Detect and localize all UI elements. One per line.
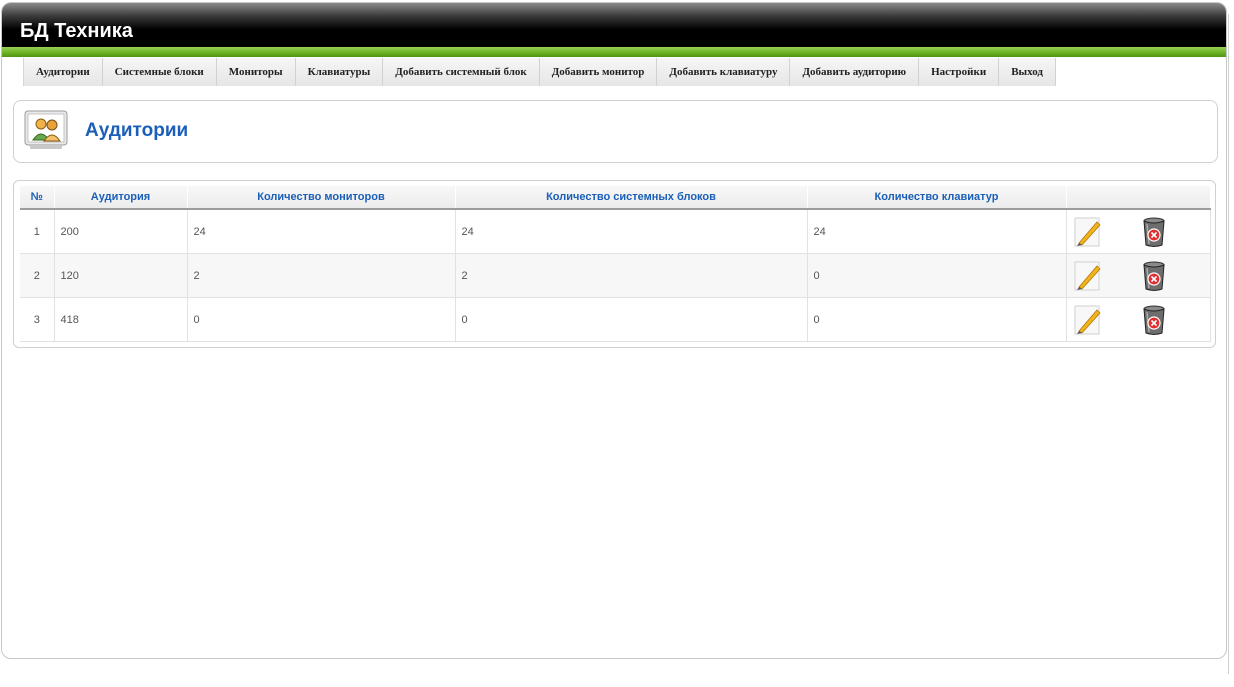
nav-item-monitors[interactable]: Мониторы <box>216 58 296 86</box>
table-row: 3 418 0 0 0 <box>20 297 1211 342</box>
cell-actions <box>1066 209 1211 254</box>
edit-icon[interactable] <box>1073 216 1103 248</box>
accent-bar <box>2 47 1226 57</box>
table-row: 1 200 24 24 24 <box>20 209 1211 254</box>
cell-system-unit-count: 24 <box>455 209 808 254</box>
column-header-system-unit-count[interactable]: Количество системных блоков <box>455 186 808 210</box>
table-row: 2 120 2 2 0 <box>20 253 1211 298</box>
column-header-actions <box>1066 186 1211 210</box>
delete-icon[interactable] <box>1141 260 1167 292</box>
nav-item-settings[interactable]: Настройки <box>919 58 1000 86</box>
cell-actions <box>1066 297 1211 342</box>
app-window: БД Техника Аудитории Системные блоки Мон… <box>1 2 1227 659</box>
nav-item-keyboards[interactable]: Клавиатуры <box>295 58 384 86</box>
cell-actions <box>1066 253 1211 298</box>
edit-icon[interactable] <box>1073 260 1103 292</box>
page-title-panel: Аудитории <box>13 100 1218 163</box>
table-header-row: № Аудитория Количество мониторов Количес… <box>20 186 1211 210</box>
cell-keyboard-count: 0 <box>807 253 1067 298</box>
nav-item-add-auditorium[interactable]: Добавить аудиторию <box>790 58 920 86</box>
cell-monitor-count: 0 <box>187 297 456 342</box>
page-title: Аудитории <box>85 120 189 141</box>
cell-auditorium: 418 <box>54 297 188 342</box>
site-title: БД Техника <box>20 20 133 42</box>
window-edge <box>1228 14 1229 674</box>
column-header-auditorium[interactable]: Аудитория <box>54 186 188 210</box>
cell-monitor-count: 24 <box>187 209 456 254</box>
main-nav: Аудитории Системные блоки Мониторы Клави… <box>23 58 1056 86</box>
cell-monitor-count: 2 <box>187 253 456 298</box>
delete-icon[interactable] <box>1141 304 1167 336</box>
cell-number: 2 <box>20 253 55 298</box>
cell-auditorium: 120 <box>54 253 188 298</box>
cell-system-unit-count: 0 <box>455 297 808 342</box>
nav-item-add-keyboard[interactable]: Добавить клавиатуру <box>657 58 791 86</box>
column-header-keyboard-count[interactable]: Количество клавиатур <box>807 186 1067 210</box>
column-header-monitor-count[interactable]: Количество мониторов <box>187 186 456 210</box>
nav-item-add-monitor[interactable]: Добавить монитор <box>539 58 658 86</box>
edit-icon[interactable] <box>1073 304 1103 336</box>
users-icon <box>24 110 68 149</box>
data-table-panel: № Аудитория Количество мониторов Количес… <box>13 180 1216 348</box>
auditoriums-table: № Аудитория Количество мониторов Количес… <box>20 186 1211 342</box>
header-bar: БД Техника <box>2 3 1226 47</box>
cell-auditorium: 200 <box>54 209 188 254</box>
nav-item-logout[interactable]: Выход <box>999 58 1056 86</box>
cell-keyboard-count: 24 <box>807 209 1067 254</box>
cell-number: 3 <box>20 297 55 342</box>
cell-system-unit-count: 2 <box>455 253 808 298</box>
column-header-number[interactable]: № <box>20 186 55 210</box>
nav-item-add-system-unit[interactable]: Добавить системный блок <box>383 58 540 86</box>
delete-icon[interactable] <box>1141 216 1167 248</box>
nav-item-system-units[interactable]: Системные блоки <box>102 58 217 86</box>
cell-number: 1 <box>20 209 55 254</box>
cell-keyboard-count: 0 <box>807 297 1067 342</box>
nav-item-auditoriums[interactable]: Аудитории <box>24 58 103 86</box>
